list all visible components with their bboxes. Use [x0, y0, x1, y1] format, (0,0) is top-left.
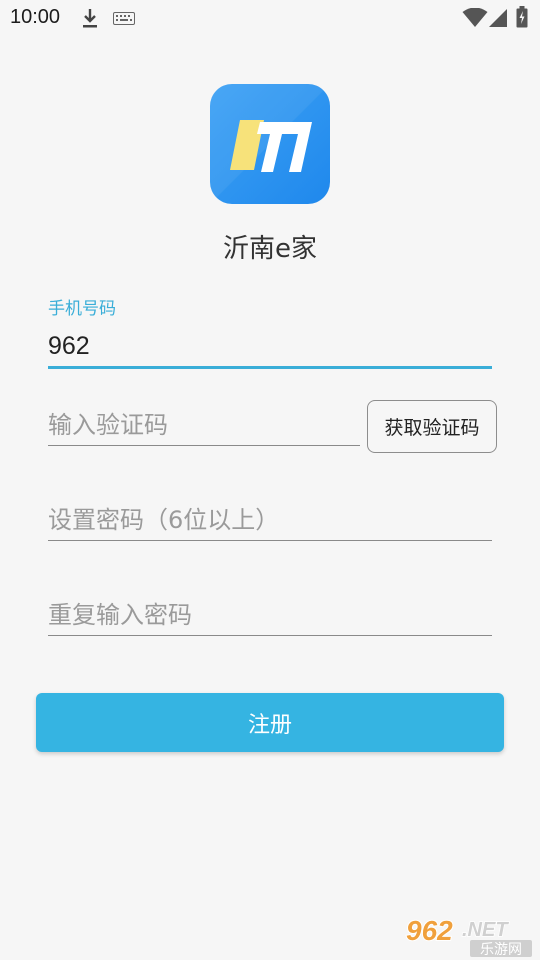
- status-time: 10:00: [10, 6, 61, 28]
- battery-icon: [516, 6, 528, 28]
- app-logo-icon: [210, 84, 330, 204]
- register-button[interactable]: 注册: [36, 693, 504, 752]
- wifi-icon: [462, 8, 488, 27]
- svg-text:乐游网: 乐游网: [480, 942, 522, 958]
- download-icon: [83, 9, 97, 28]
- app-name: 沂南e家: [223, 234, 317, 264]
- svg-text:.NET: .NET: [462, 919, 509, 941]
- password-input[interactable]: [48, 500, 492, 541]
- keyboard-icon: [113, 12, 135, 25]
- status-bar: 10:00: [0, 0, 540, 36]
- phone-label: 手机号码: [48, 299, 116, 319]
- get-code-button[interactable]: 获取验证码: [367, 400, 497, 453]
- svg-text:962: 962: [406, 915, 453, 946]
- signal-icon: [489, 9, 507, 27]
- register-screen: 10:00 沂南e家 手机号码 962 输入验证码 获取验证码 注册 962 .…: [0, 0, 540, 960]
- watermark-logo: 962 .NET 乐游网: [405, 914, 532, 958]
- phone-input[interactable]: [48, 326, 492, 369]
- confirm-password-input[interactable]: [48, 595, 492, 636]
- code-input[interactable]: [48, 405, 360, 446]
